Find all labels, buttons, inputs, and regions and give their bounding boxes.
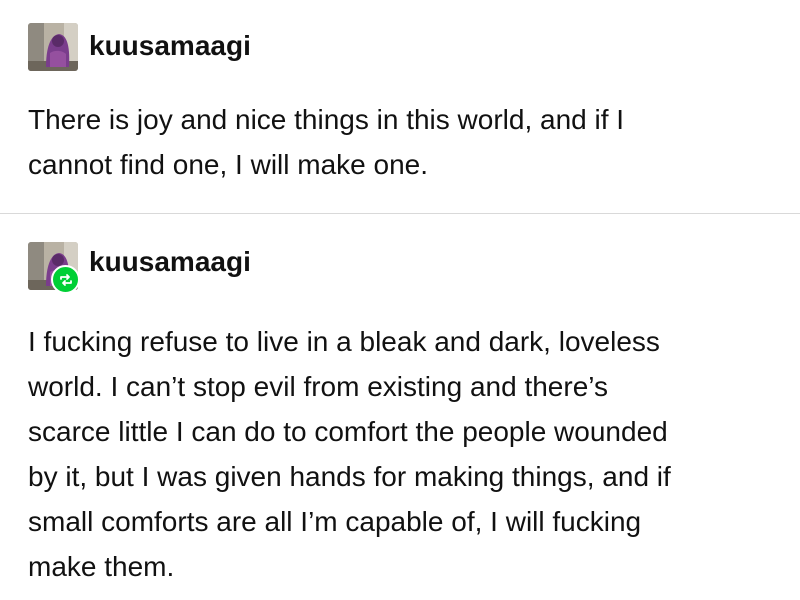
post-text: I fucking refuse to live in a bleak and …	[28, 326, 671, 582]
reblog-icon	[59, 273, 72, 286]
post-text: There is joy and nice things in this wor…	[28, 104, 625, 180]
divider	[0, 213, 800, 214]
post-original: kuusamaagi There is joy and nice things …	[0, 0, 800, 214]
avatar[interactable]	[28, 23, 78, 71]
reblog-badge	[51, 265, 80, 294]
post-reblog: kuusamaagi I fucking refuse to live in a…	[0, 216, 800, 600]
user-avatar-icon	[28, 23, 78, 71]
username[interactable]: kuusamaagi	[89, 246, 251, 278]
username[interactable]: kuusamaagi	[89, 30, 251, 62]
